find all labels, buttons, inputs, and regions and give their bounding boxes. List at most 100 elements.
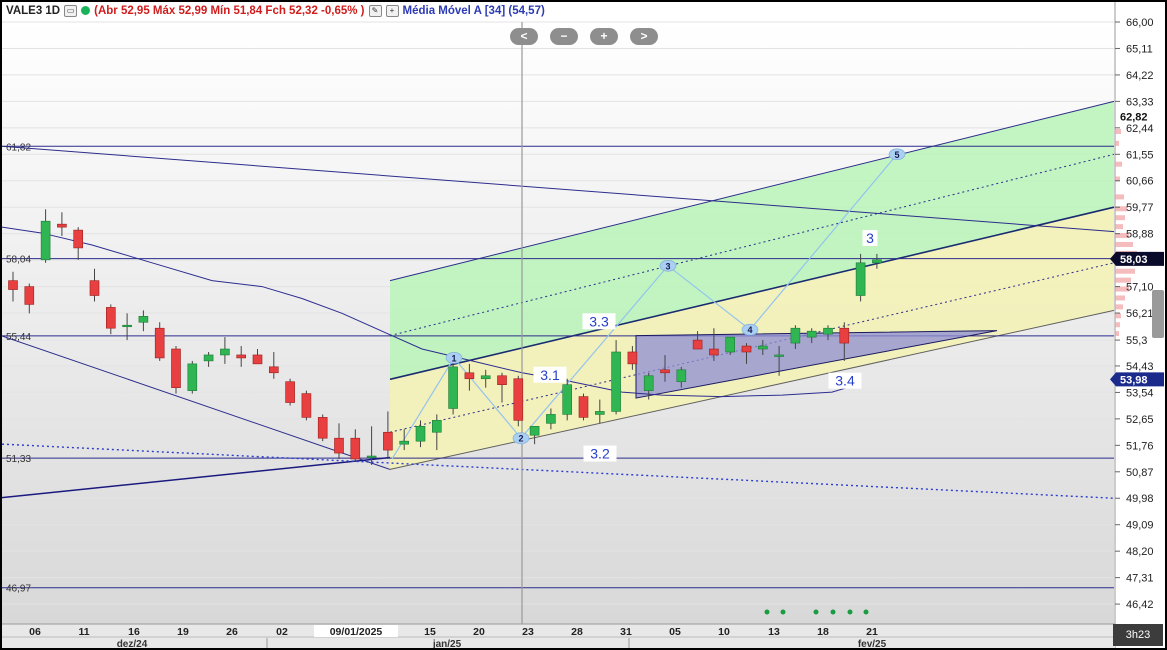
time-tick-label: 18 bbox=[817, 626, 829, 638]
time-tick-label: 20 bbox=[473, 626, 485, 638]
time-tick-label: 13 bbox=[768, 626, 780, 638]
volume-profile-bar bbox=[1115, 194, 1124, 200]
volume-profile-bar bbox=[1115, 241, 1133, 247]
chart-type-icon[interactable]: ▭ bbox=[64, 4, 78, 17]
candle-timer: 3h23 bbox=[1113, 624, 1163, 646]
volume-profile-bar bbox=[1115, 161, 1122, 167]
time-tick-label: 11 bbox=[78, 626, 89, 638]
price-tick-label: 59,77 bbox=[1126, 202, 1154, 214]
volume-profile-bar bbox=[1115, 215, 1125, 221]
price-tick-label: 53,54 bbox=[1126, 387, 1154, 399]
price-badge-label: 58,03 bbox=[1120, 254, 1148, 266]
candle[interactable] bbox=[171, 346, 181, 394]
volume-profile-bar bbox=[1115, 140, 1119, 146]
wave-label: 5 bbox=[894, 150, 899, 160]
candle[interactable] bbox=[725, 336, 736, 355]
candle[interactable] bbox=[562, 378, 573, 421]
price-tick-label: 58,88 bbox=[1126, 229, 1154, 241]
price-tick-label: 60,66 bbox=[1126, 176, 1154, 188]
price-tick-label: 57,10 bbox=[1126, 282, 1154, 294]
price-tick-label: 64,22 bbox=[1126, 70, 1154, 82]
candle[interactable] bbox=[317, 414, 328, 442]
time-tick-label: 23 bbox=[522, 626, 534, 638]
time-tick-label: 21 bbox=[866, 626, 878, 638]
price-tick-label: 54,43 bbox=[1126, 361, 1154, 373]
month-label: jan/25 bbox=[432, 639, 462, 648]
time-axis[interactable] bbox=[2, 624, 1115, 648]
price-tick-label: 47,31 bbox=[1126, 573, 1154, 585]
time-tick-label: 09/01/2025 bbox=[330, 626, 383, 638]
volume-profile-bar bbox=[1115, 313, 1121, 319]
price-scale-handle[interactable] bbox=[1152, 290, 1164, 338]
price-tick-label: 49,98 bbox=[1126, 493, 1154, 505]
volume-profile-bar bbox=[1115, 304, 1123, 310]
chart-window: VALE3 1D ▭ (Abr 52,95 Máx 52,99 Mín 51,8… bbox=[0, 0, 1167, 650]
candle[interactable] bbox=[301, 390, 312, 421]
price-tick-label: 61,55 bbox=[1126, 149, 1154, 161]
volume-profile-bar bbox=[1115, 331, 1119, 337]
month-label: dez/24 bbox=[117, 639, 148, 648]
price-tick-label: 46,42 bbox=[1126, 599, 1154, 611]
price-tick-label: 62,44 bbox=[1126, 123, 1154, 135]
wave-label: 3.2 bbox=[590, 446, 610, 462]
candle[interactable] bbox=[154, 322, 165, 361]
chart-header: VALE3 1D ▭ (Abr 52,95 Máx 52,99 Mín 51,8… bbox=[6, 3, 545, 18]
indicator-label[interactable]: Média Móvel A [34] (54,57) bbox=[403, 5, 545, 17]
add-indicator-icon[interactable]: + bbox=[385, 4, 399, 17]
price-chart[interactable]: 61,8258,0455,4451,3346,971234533.13.23.3… bbox=[2, 2, 1165, 648]
volume-profile-bar bbox=[1115, 224, 1123, 230]
edit-icon[interactable]: ✎ bbox=[368, 4, 382, 17]
time-tick-label: 10 bbox=[718, 626, 730, 638]
candle[interactable] bbox=[285, 378, 295, 406]
quote-readout: (Abr 52,95 Máx 52,99 Mín 51,84 Fch 52,32… bbox=[94, 4, 365, 17]
price-tick-label: 55,3 bbox=[1126, 335, 1147, 347]
signal-dot bbox=[780, 609, 786, 615]
horizontal-level-label: 51,33 bbox=[6, 454, 31, 465]
time-tick-label: 15 bbox=[424, 626, 436, 638]
time-tick-label: 02 bbox=[276, 626, 288, 638]
wave-label: 2 bbox=[518, 434, 523, 444]
month-label: fev/25 bbox=[858, 639, 887, 648]
signal-dot bbox=[813, 609, 819, 615]
time-tick-label: 28 bbox=[571, 626, 583, 638]
price-tick-label: 50,87 bbox=[1126, 467, 1154, 479]
time-tick-label: 05 bbox=[669, 626, 681, 638]
price-tick-label: 51,76 bbox=[1126, 440, 1154, 452]
volume-profile-bar bbox=[1115, 295, 1125, 301]
time-tick-label: 31 bbox=[620, 626, 632, 638]
horizontal-level-label: 46,97 bbox=[6, 584, 31, 595]
wave-label: 3 bbox=[665, 261, 670, 271]
scroll-right-button[interactable]: > bbox=[630, 28, 658, 45]
price-tick-label: 65,11 bbox=[1126, 43, 1153, 55]
symbol-label[interactable]: VALE3 1D bbox=[6, 5, 60, 17]
wave-label: 3 bbox=[866, 230, 874, 246]
signal-dot bbox=[863, 609, 869, 615]
zoom-in-button[interactable]: + bbox=[590, 28, 618, 45]
candle[interactable] bbox=[448, 363, 458, 415]
price-tick-label: 63,33 bbox=[1126, 96, 1154, 108]
price-tick-label: 52,65 bbox=[1126, 414, 1154, 426]
volume-profile-bar bbox=[1115, 322, 1120, 328]
signal-dot bbox=[830, 609, 836, 615]
volume-profile-bar bbox=[1115, 128, 1121, 134]
price-tick-label: 49,09 bbox=[1126, 520, 1154, 532]
time-tick-label: 16 bbox=[128, 626, 140, 638]
wave-label: 3.3 bbox=[589, 313, 609, 329]
time-tick-label: 06 bbox=[29, 626, 41, 638]
wave-label: 4 bbox=[747, 325, 752, 335]
wave-label: 3.4 bbox=[835, 373, 855, 389]
price-badge-label: 53,98 bbox=[1120, 374, 1148, 386]
price-tick-label: 66,00 bbox=[1126, 17, 1154, 29]
signal-dot bbox=[847, 609, 853, 615]
price-tick-label: 56,21 bbox=[1126, 308, 1154, 320]
candle[interactable] bbox=[187, 360, 198, 394]
time-tick-label: 19 bbox=[177, 626, 189, 638]
candle[interactable] bbox=[578, 393, 589, 421]
scroll-left-button[interactable]: < bbox=[510, 28, 538, 45]
volume-profile-bar bbox=[1115, 268, 1135, 274]
price-tick-label: 48,20 bbox=[1126, 546, 1154, 558]
time-tick-label: 26 bbox=[226, 626, 238, 638]
candle[interactable] bbox=[513, 375, 524, 427]
wave-label: 1 bbox=[451, 353, 456, 363]
zoom-out-button[interactable]: − bbox=[550, 28, 578, 45]
